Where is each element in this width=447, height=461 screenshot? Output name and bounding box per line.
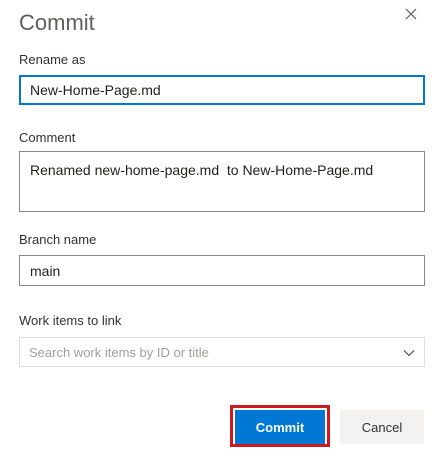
chevron-down-icon bbox=[403, 350, 415, 357]
work-items-label: Work items to link bbox=[19, 313, 122, 328]
commit-button[interactable]: Commit bbox=[235, 410, 325, 444]
branch-input[interactable]: main bbox=[19, 255, 425, 286]
rename-input[interactable]: New-Home-Page.md bbox=[19, 75, 425, 105]
work-items-dropdown[interactable]: Search work items by ID or title bbox=[19, 337, 425, 367]
branch-label: Branch name bbox=[19, 232, 97, 247]
close-icon[interactable] bbox=[403, 6, 419, 22]
comment-value: Renamed new-home-page.md to New-Home-Pag… bbox=[30, 162, 374, 178]
comment-label: Comment bbox=[19, 130, 76, 145]
dialog-title: Commit bbox=[19, 10, 95, 35]
cancel-button[interactable]: Cancel bbox=[340, 410, 424, 444]
branch-value: main bbox=[30, 262, 61, 279]
commit-dialog: Commit Rename as New-Home-Page.md Commen… bbox=[0, 0, 447, 461]
comment-textarea[interactable]: Renamed new-home-page.md to New-Home-Pag… bbox=[19, 151, 425, 212]
rename-label: Rename as bbox=[19, 52, 86, 67]
rename-value: New-Home-Page.md bbox=[30, 82, 161, 98]
work-items-placeholder: Search work items by ID or title bbox=[29, 344, 209, 360]
